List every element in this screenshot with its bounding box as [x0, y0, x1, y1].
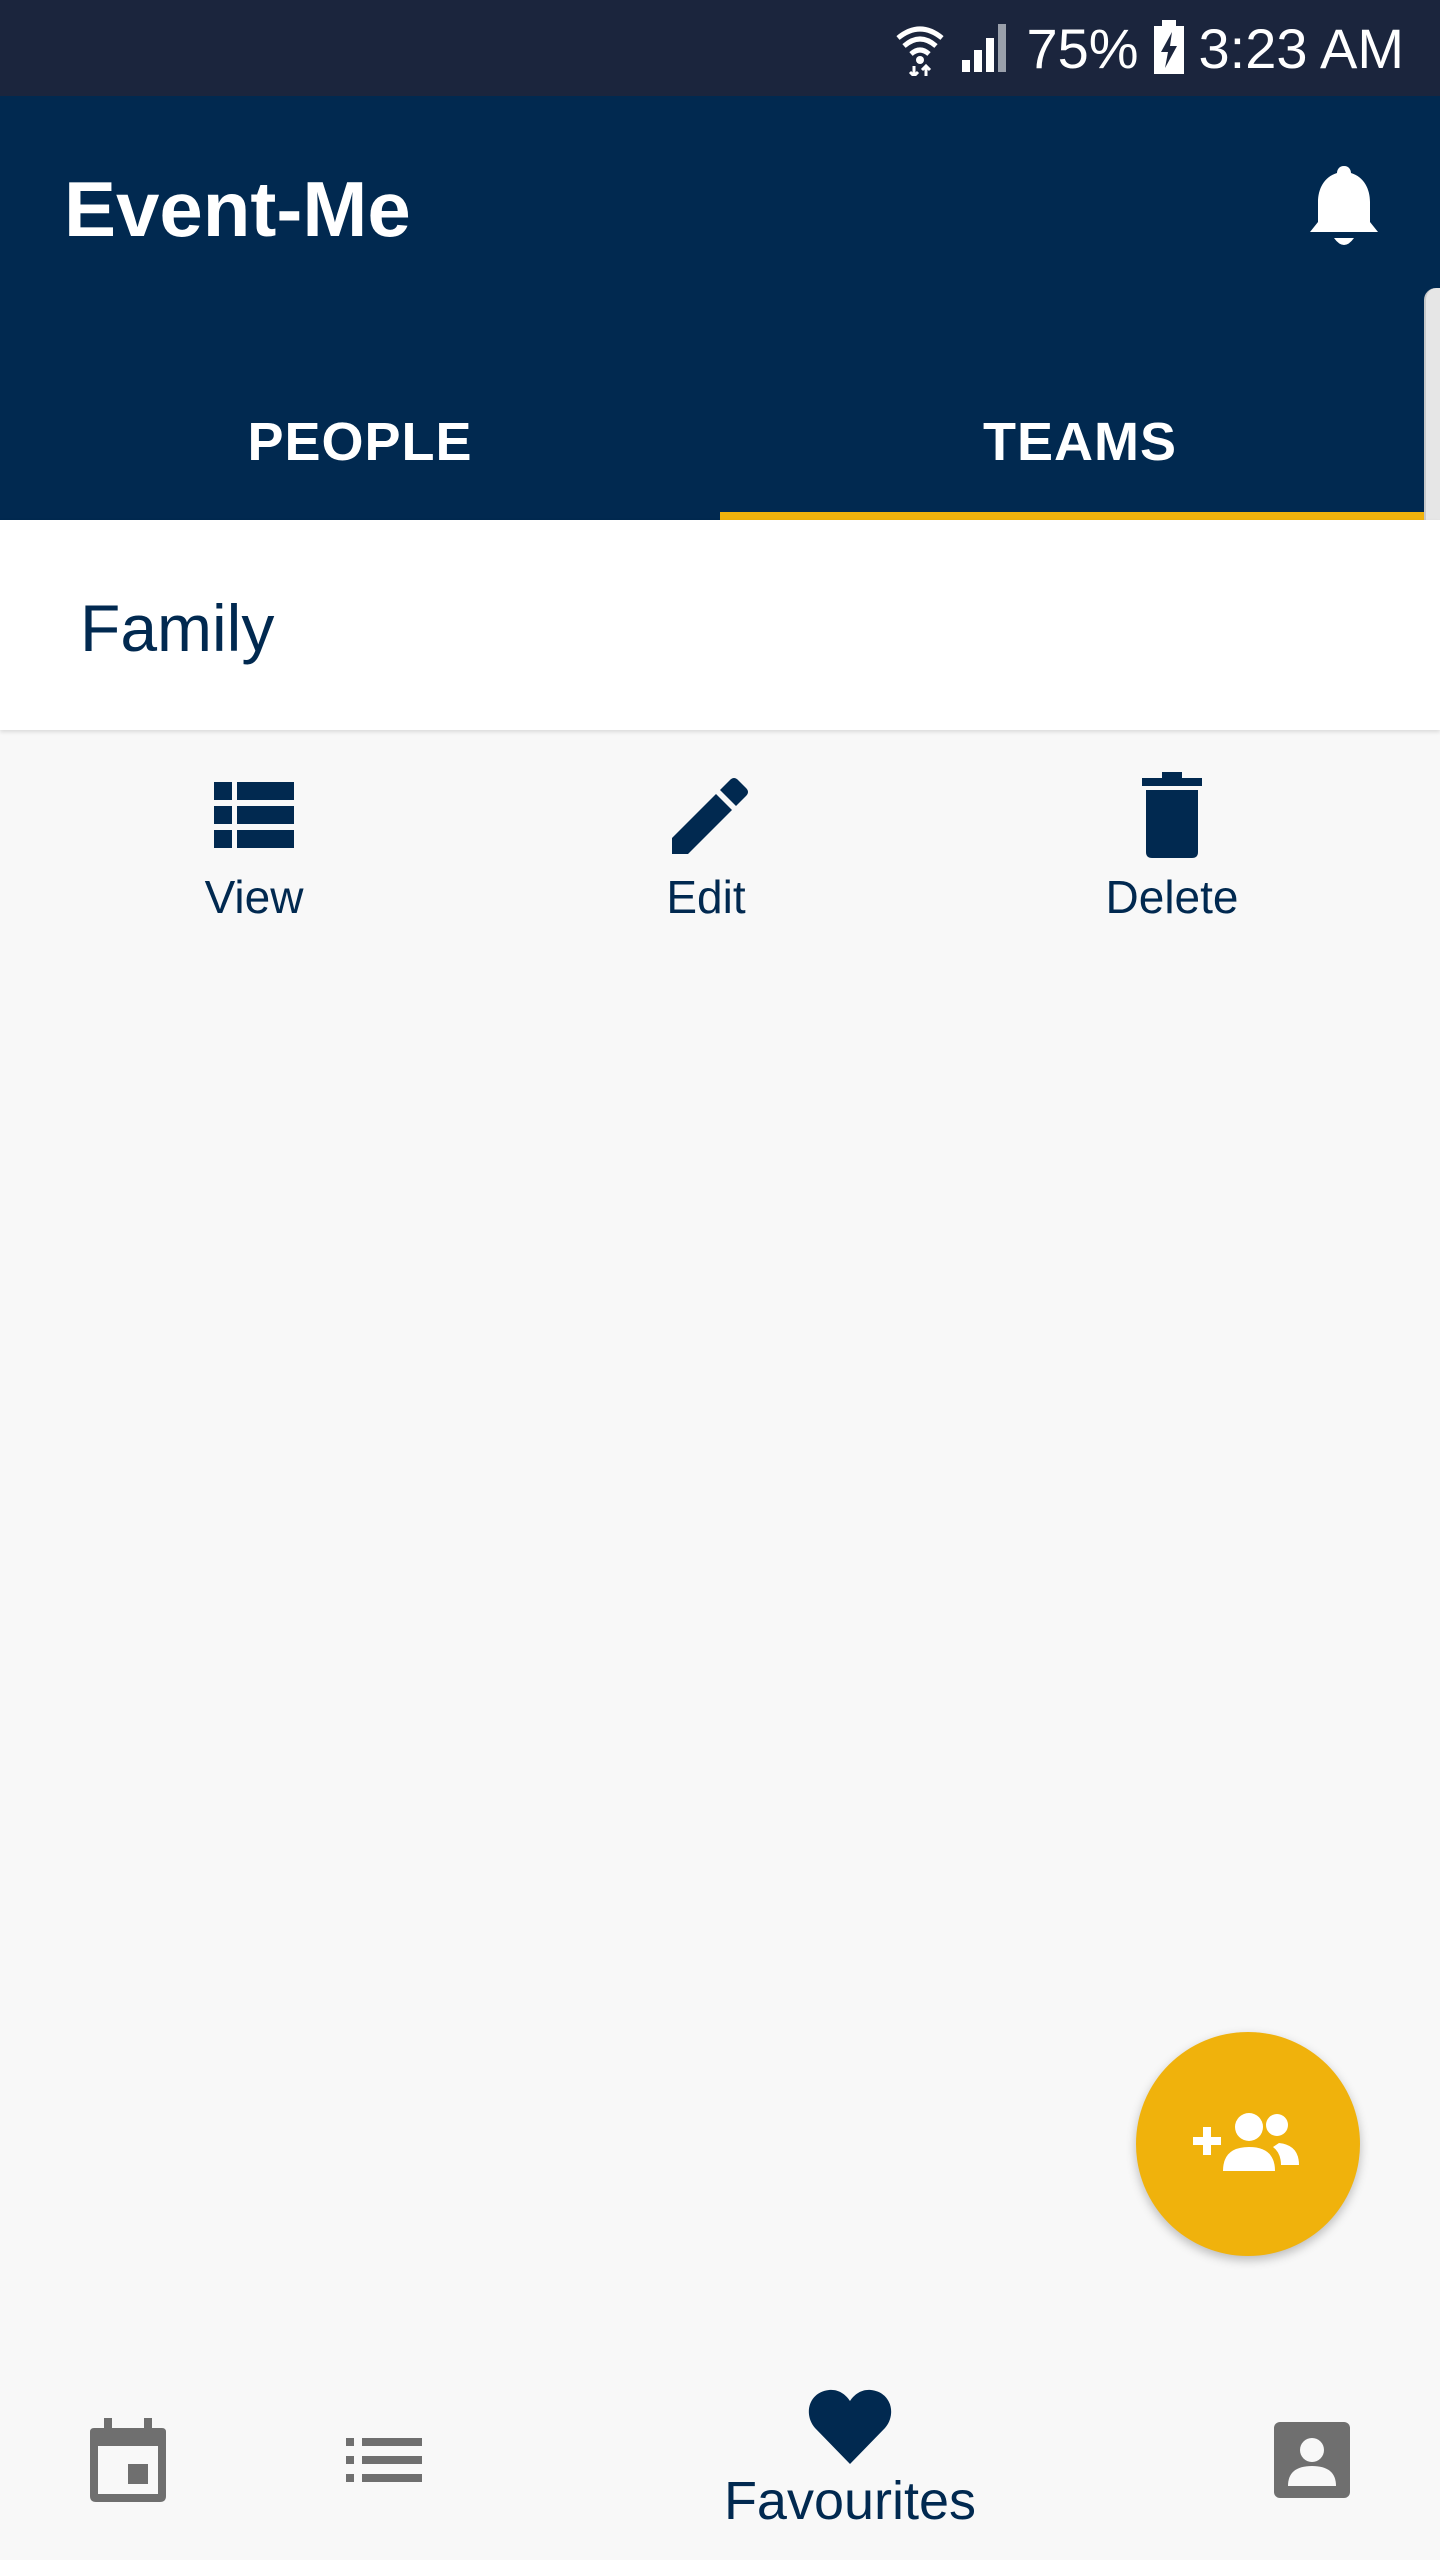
battery-level: 75% [1026, 16, 1139, 80]
view-list-icon [214, 782, 294, 848]
notifications-button[interactable] [1304, 162, 1384, 252]
status-bar: 75% 3:23 AM [0, 0, 1440, 96]
app-bar: Event-Me PEOPLE TEAMS [0, 96, 1440, 520]
view-button[interactable]: View [144, 770, 364, 924]
list-icon [346, 2438, 422, 2482]
account-box-icon [1274, 2422, 1350, 2498]
clock: 3:23 AM [1198, 16, 1404, 80]
status-indicators: 75% 3:23 AM [894, 0, 1404, 96]
signal-icon [960, 22, 1012, 74]
edit-pencil-icon [672, 778, 748, 854]
tab-people[interactable]: PEOPLE [0, 364, 720, 520]
nav-list[interactable] [344, 2360, 424, 2560]
wifi-icon [894, 20, 946, 76]
delete-trash-icon [1142, 772, 1202, 858]
nav-profile[interactable] [1272, 2360, 1352, 2560]
heart-icon [808, 2389, 892, 2464]
team-card[interactable]: Family [0, 520, 1440, 730]
calendar-icon [90, 2418, 166, 2502]
add-team-button[interactable] [1136, 2032, 1360, 2256]
battery-charging-icon [1153, 20, 1185, 76]
team-actions: View Edit Delete [0, 770, 1440, 940]
nav-calendar[interactable] [88, 2360, 168, 2560]
delete-button[interactable]: Delete [1062, 770, 1282, 924]
bell-icon [1310, 166, 1378, 245]
edit-button[interactable]: Edit [596, 770, 816, 924]
tab-bar: PEOPLE TEAMS [0, 364, 1440, 520]
view-label: View [204, 871, 304, 923]
app-title: Event-Me [64, 165, 411, 253]
delete-label: Delete [1105, 871, 1239, 923]
group-add-icon [1193, 2113, 1299, 2171]
tab-teams[interactable]: TEAMS [720, 364, 1440, 520]
edge-panel-handle[interactable] [1424, 288, 1440, 548]
team-name: Family [80, 591, 275, 665]
nav-favourites-label: Favourites [723, 2471, 977, 2531]
edit-label: Edit [666, 871, 746, 923]
bottom-navigation: Favourites [0, 2360, 1440, 2560]
nav-favourites[interactable]: Favourites [700, 2360, 1000, 2560]
